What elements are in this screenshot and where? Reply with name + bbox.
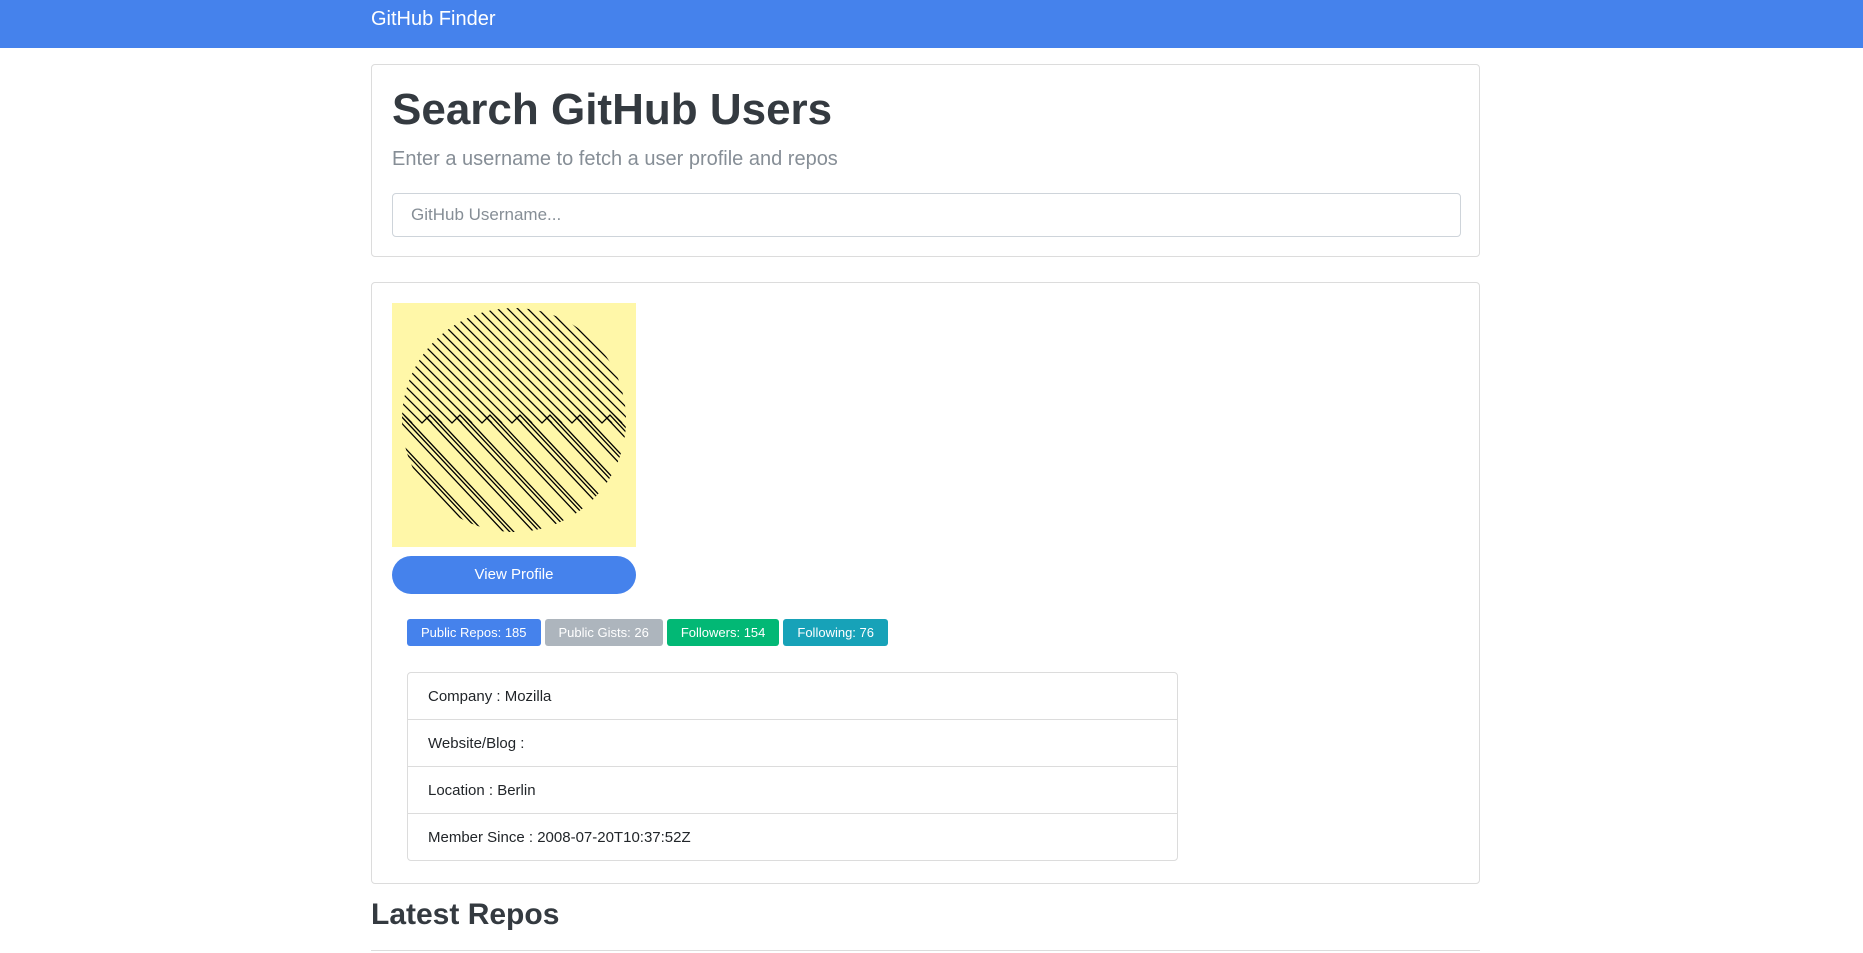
- search-subtitle: Enter a username to fetch a user profile…: [392, 148, 838, 170]
- navbar: GitHub Finder: [0, 0, 1863, 48]
- company-item: Company : Mozilla: [408, 673, 1177, 720]
- public-repos-badge: Public Repos: 185: [407, 619, 541, 646]
- stats-badges: Public Repos: 185 Public Gists: 26 Follo…: [407, 619, 888, 646]
- page-title: Search GitHub Users: [392, 85, 833, 134]
- view-profile-button[interactable]: View Profile: [392, 556, 636, 594]
- avatar: [392, 303, 636, 547]
- followers-badge: Followers: 154: [666, 619, 780, 646]
- public-gists-badge: Public Gists: 26: [544, 619, 663, 646]
- profile-details-list: Company : Mozilla Website/Blog : Locatio…: [407, 672, 1178, 861]
- following-badge: Following: 76: [783, 619, 888, 646]
- repos-divider: [371, 950, 1480, 951]
- brand-link[interactable]: GitHub Finder: [371, 8, 496, 31]
- profile-card: View Profile Public Repos: 185 Public Gi…: [371, 282, 1480, 884]
- search-card: Search GitHub Users Enter a username to …: [371, 64, 1480, 257]
- website-item: Website/Blog :: [408, 720, 1177, 767]
- latest-repos-heading: Latest Repos: [371, 898, 560, 931]
- username-search-input[interactable]: [392, 193, 1461, 237]
- identicon-maze-avatar-icon: [402, 308, 626, 532]
- member-since-item: Member Since : 2008-07-20T10:37:52Z: [428, 829, 691, 846]
- location-item: Location : Berlin: [408, 767, 1177, 814]
